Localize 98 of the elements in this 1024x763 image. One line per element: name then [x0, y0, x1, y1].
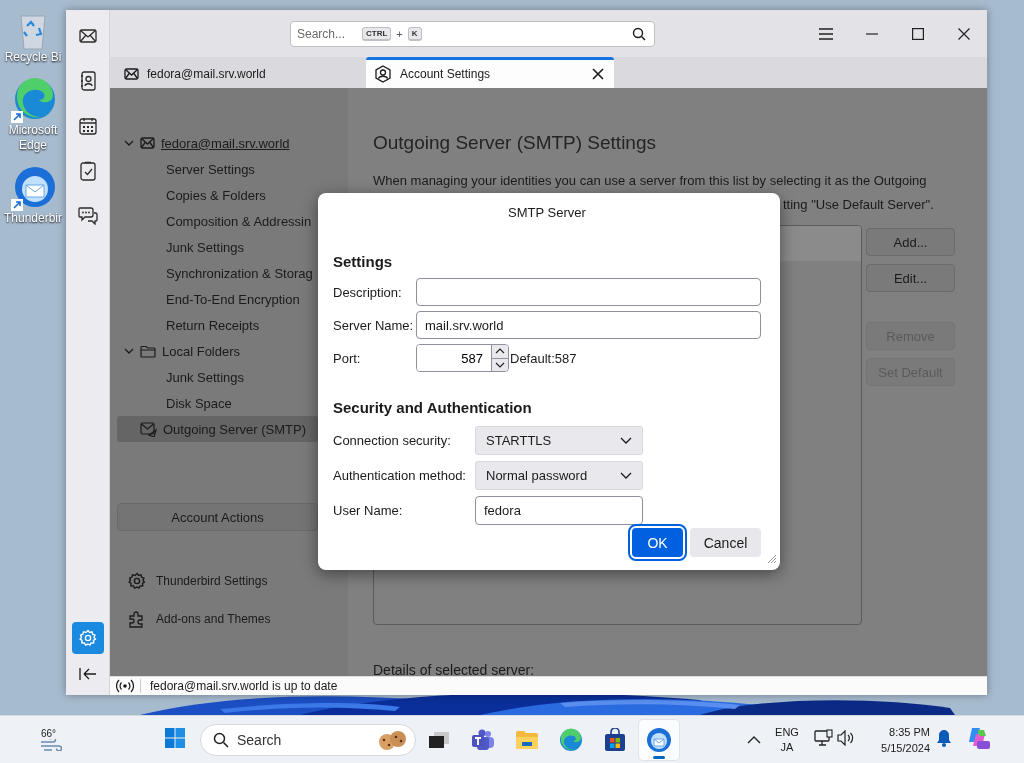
port-field[interactable]: 587 [416, 344, 509, 372]
chevron-down-icon [620, 437, 632, 444]
minimize-icon [866, 32, 878, 35]
server-name-field[interactable]: mail.srv.world [416, 311, 761, 339]
clipboard-check-icon[interactable] [79, 161, 96, 181]
collapse-icon[interactable] [78, 667, 97, 681]
mail-icon [124, 68, 139, 80]
tree-item[interactable]: End-To-End Encryption [117, 286, 318, 312]
search-icon [213, 731, 229, 748]
temperature-text[interactable]: 66° [40, 728, 56, 739]
field-label: User Name: [333, 503, 404, 518]
user-name-field[interactable]: fedora [475, 496, 643, 525]
volume-icon[interactable] [836, 730, 856, 746]
chevron-icon[interactable] [124, 139, 134, 147]
tree-item[interactable]: fedora@mail.srv.world [117, 130, 318, 156]
plus-sign: + [396, 27, 403, 40]
chevron-up-icon[interactable] [747, 736, 761, 744]
cancel-button[interactable]: Cancel [690, 528, 761, 557]
page-title: Outgoing Server (SMTP) Settings [373, 131, 657, 155]
settings-link[interactable]: Add-ons and Themes [128, 605, 348, 633]
teams-icon[interactable] [471, 727, 495, 752]
tab[interactable]: Account Settings [366, 57, 614, 88]
settings-link[interactable]: Thunderbird Settings [128, 567, 348, 595]
maximize-icon [912, 27, 924, 40]
calendar-icon[interactable] [78, 117, 97, 135]
puzzle-icon [128, 610, 146, 628]
dialog-title: SMTP Server [507, 204, 587, 222]
wind-icon [40, 739, 62, 751]
mail-send-icon [140, 421, 157, 437]
thunderbird-icon [9, 165, 57, 211]
default-port-text: Default:587 [510, 350, 577, 366]
edge-icon [9, 77, 57, 123]
clock-time[interactable]: 8:35 PM [889, 723, 930, 740]
folder-icon[interactable] [515, 729, 539, 750]
field-label: Port: [333, 350, 362, 366]
active-indicator [653, 755, 665, 759]
edge-icon[interactable] [559, 727, 583, 752]
thunderbird-icon[interactable] [646, 726, 672, 753]
signal-icon [116, 679, 134, 693]
section-heading: Details of selected server: [373, 661, 536, 676]
account-actions-button[interactable]: Account Actions [117, 503, 318, 531]
taskbar-search-box[interactable]: Search [200, 723, 416, 756]
tree-item[interactable]: Server Settings [117, 156, 318, 182]
dropdown[interactable]: Normal password [475, 461, 643, 490]
menu-icon [818, 27, 834, 40]
field-label: Authentication method: [333, 468, 467, 483]
tree-item[interactable]: Junk Settings [117, 234, 318, 260]
mail-icon [140, 137, 155, 149]
cookies-icon [377, 728, 407, 751]
close-icon[interactable] [592, 68, 604, 80]
dropdown[interactable]: STARTTLS [475, 426, 643, 455]
tree-item[interactable]: Synchronization & Storag [117, 260, 318, 286]
search-box[interactable]: Search... CTRL + K [290, 20, 655, 47]
mail-icon[interactable] [78, 29, 97, 43]
copilot-icon[interactable] [966, 726, 990, 750]
tree-item[interactable]: Return Receipts [117, 312, 318, 338]
tree-item[interactable]: Outgoing Server (SMTP) [117, 416, 318, 442]
tree-item[interactable]: Copies & Folders [117, 182, 318, 208]
section-heading: Settings [333, 252, 394, 272]
bell-icon[interactable] [936, 729, 952, 747]
description-text: When managing your identities you can use a server from this list by selecting it as the Outgoing [373, 172, 928, 190]
shortcut-key: K [407, 26, 422, 41]
clock-date[interactable]: 5/15/2024 [881, 739, 930, 756]
chevron-up-icon [495, 348, 505, 355]
address-book-icon[interactable] [79, 71, 96, 91]
chevron-icon[interactable] [124, 347, 134, 355]
network-icon[interactable] [814, 729, 834, 747]
description-field[interactable] [416, 278, 761, 306]
description-text: tting "Use Default Server". [783, 196, 935, 214]
shortcut-key: CTRL [362, 26, 392, 41]
account-icon [374, 65, 392, 83]
tree-item[interactable]: Junk Settings [117, 364, 318, 390]
chevron-down-icon [495, 361, 505, 368]
task-view-icon[interactable] [428, 730, 450, 749]
search-icon [632, 26, 646, 41]
field-label: Connection security: [333, 433, 452, 448]
language-indicator[interactable]: ENG [775, 724, 799, 740]
field-label: Server Name: [333, 317, 415, 333]
search-field[interactable]: Search... [297, 26, 357, 41]
folder-icon [140, 344, 156, 358]
windows-icon[interactable] [164, 727, 186, 749]
store-icon[interactable] [603, 727, 627, 752]
increment-button[interactable] [492, 345, 508, 358]
status-text: fedora@mail.srv.world is up to date [150, 679, 338, 693]
tree-item[interactable]: Composition & Addressin [117, 208, 318, 234]
tab[interactable]: fedora@mail.srv.world [110, 57, 366, 88]
tree-item[interactable]: Disk Space [117, 390, 318, 416]
field-label: Description: [333, 284, 403, 300]
language-indicator[interactable]: JA [780, 739, 794, 755]
server-button[interactable]: Edit... [866, 264, 955, 292]
chevron-down-icon [620, 472, 632, 479]
close-icon [958, 27, 970, 40]
resize-grip-icon[interactable] [765, 552, 777, 564]
tree-item[interactable]: Local Folders [117, 338, 318, 364]
chat-icon[interactable] [77, 207, 98, 225]
section-heading: Security and Authentication [333, 398, 533, 418]
settings-icon[interactable] [128, 572, 146, 590]
server-button[interactable]: Add... [866, 228, 955, 256]
